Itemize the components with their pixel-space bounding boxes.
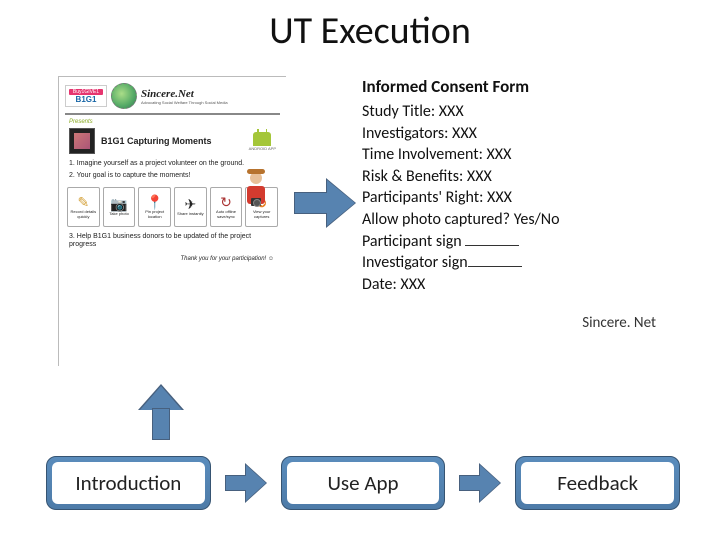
consent-form: Informed Consent Form Study Title: XXX I…: [362, 76, 662, 396]
arrow-up-icon: [140, 386, 182, 440]
flow-row: Introduction Use App Feedback: [46, 456, 680, 510]
consent-date: Date: XXX: [362, 274, 662, 296]
arrow-right-icon: [225, 465, 267, 501]
intro-thanks: Thank you for your participation! ☺: [65, 256, 274, 262]
android-badge: ANDROID APP: [249, 132, 276, 151]
consent-line: Allow photo captured? Yes/No: [362, 209, 662, 231]
app-icon-record: ✎Record details quickly: [67, 187, 100, 227]
b1g1-badge: Buy1GIVE1 B1G1: [65, 85, 107, 107]
intro-app-title: B1G1 Capturing Moments: [101, 136, 212, 146]
app-icon-photo: 📷Take photo: [103, 187, 136, 227]
presents-label: Presents: [69, 119, 280, 125]
globe-icon: [111, 83, 137, 109]
photographer-icon: [238, 167, 274, 211]
flow-step-use-app: Use App: [281, 456, 446, 510]
android-icon: [253, 132, 271, 146]
arrow-right-icon: [459, 465, 501, 501]
flow-step-label: Feedback: [521, 462, 674, 504]
intro-row2: B1G1 Capturing Moments ANDROID APP: [69, 128, 280, 154]
app-icon-label: Take photo: [109, 211, 129, 216]
sync-icon: ↻: [220, 195, 232, 209]
flow-step-introduction: Introduction: [46, 456, 211, 510]
sincere-brand: Sincere.Net Advocating Social Welfare Th…: [141, 88, 228, 105]
android-label: ANDROID APP: [249, 146, 276, 151]
app-icon-pin: 📍Pin project location: [138, 187, 171, 227]
app-icon-share: ✈Share instantly: [174, 187, 207, 227]
pencil-icon: ✎: [77, 195, 89, 209]
sincere-sublabel: Advocating Social Welfare Through Social…: [141, 100, 228, 105]
consent-line: Time Involvement: XXX: [362, 144, 662, 166]
intro-li-3: 3. Help B1G1 business donors to be updat…: [69, 233, 276, 250]
consent-participant-sign: Participant sign: [362, 231, 662, 253]
consent-line: Investigators: XXX: [362, 123, 662, 145]
app-icon-label: Record details quickly: [69, 209, 98, 219]
camera-icon: 📷: [110, 197, 127, 211]
photo-thumb-icon: [69, 128, 95, 154]
consent-heading: Informed Consent Form: [362, 76, 662, 99]
consent-line: Study Title: XXX: [362, 101, 662, 123]
app-icon-label: Share instantly: [177, 211, 203, 216]
flow-step-label: Use App: [287, 462, 440, 504]
sincere-label: Sincere.Net: [141, 88, 194, 100]
pin-icon: 📍: [146, 195, 163, 209]
consent-footer: Sincere. Net: [362, 313, 662, 333]
plane-icon: ✈: [184, 197, 196, 211]
intro-header: Buy1GIVE1 B1G1 Sincere.Net Advocating So…: [65, 83, 280, 115]
arrow-right-icon: [294, 180, 356, 226]
flow-step-label: Introduction: [52, 462, 205, 504]
app-icon-label: Pin project location: [140, 209, 169, 219]
b1g1-label: B1G1: [76, 95, 97, 104]
consent-investigator-sign: Investigator sign: [362, 252, 662, 274]
content-area: Buy1GIVE1 B1G1 Sincere.Net Advocating So…: [58, 76, 668, 396]
consent-line: Participants' Right: XXX: [362, 187, 662, 209]
flow-step-feedback: Feedback: [515, 456, 680, 510]
slide-title: UT Execution: [0, 8, 720, 54]
consent-line: Risk & Benefits: XXX: [362, 166, 662, 188]
app-icon-label: Auto offline save/sync: [212, 209, 241, 219]
intro-screenshot: Buy1GIVE1 B1G1 Sincere.Net Advocating So…: [58, 76, 286, 366]
